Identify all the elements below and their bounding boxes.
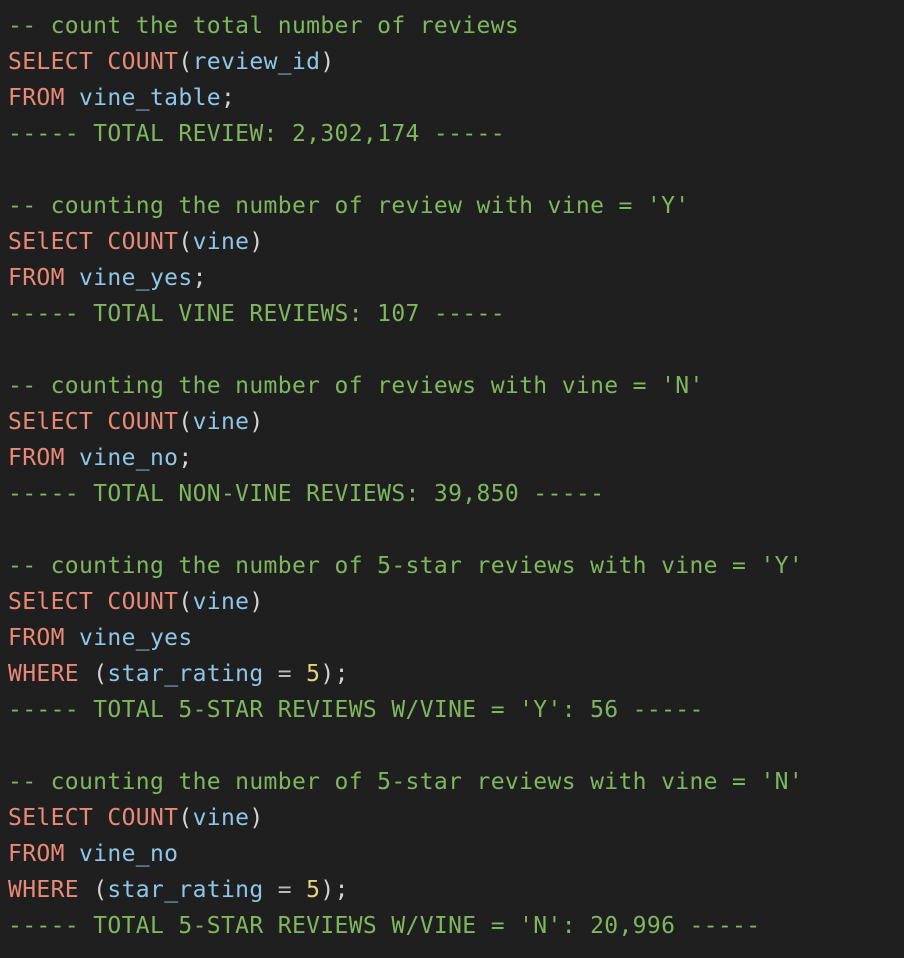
- token-punct: (: [178, 409, 193, 435]
- code-line[interactable]: ----- TOTAL 5-STAR REVIEWS W/VINE = 'Y':…: [8, 692, 898, 728]
- code-line[interactable]: FROM vine_yes;: [8, 260, 898, 296]
- code-line[interactable]: -- count the total number of reviews: [8, 8, 898, 44]
- blank-line[interactable]: ​: [8, 332, 898, 368]
- token-punct: (: [79, 877, 108, 903]
- code-line[interactable]: SElECT COUNT(vine): [8, 224, 898, 260]
- token-sep: ----- TOTAL 5-STAR REVIEWS W/VINE = 'Y':…: [8, 697, 704, 723]
- blank-line[interactable]: ​: [8, 512, 898, 548]
- code-line[interactable]: FROM vine_no;: [8, 440, 898, 476]
- code-line[interactable]: -- counting the number of review with vi…: [8, 188, 898, 224]
- code-line[interactable]: FROM vine_yes: [8, 620, 898, 656]
- token-ident: vine: [192, 805, 250, 831]
- code-line[interactable]: ----- TOTAL REVIEW: 2,302,174 -----: [8, 116, 898, 152]
- token-comment: -- count the total number of reviews: [8, 13, 520, 39]
- token-sep: ----- TOTAL 5-STAR REVIEWS W/VINE = 'N':…: [8, 913, 761, 939]
- token-op: =: [263, 877, 307, 903]
- token-func: COUNT: [107, 409, 179, 435]
- code-line[interactable]: SElECT COUNT(vine): [8, 404, 898, 440]
- token-func: COUNT: [107, 229, 179, 255]
- token-ident: vine_yes: [79, 265, 193, 291]
- token-ident: vine_no: [79, 841, 179, 867]
- token-punct: [93, 805, 107, 831]
- token-punct: [93, 229, 107, 255]
- token-comment: -- counting the number of reviews with v…: [8, 373, 704, 399]
- token-comment: -- counting the number of 5-star reviews…: [8, 769, 804, 795]
- token-punct: ): [249, 409, 264, 435]
- code-line[interactable]: FROM vine_no: [8, 836, 898, 872]
- code-line[interactable]: -- counting the number of reviews with v…: [8, 368, 898, 404]
- token-punct: ): [249, 589, 264, 615]
- token-punct: [65, 841, 79, 867]
- token-ident: star_rating: [107, 661, 264, 687]
- token-punct: [93, 589, 107, 615]
- token-ident: vine_table: [79, 85, 221, 111]
- code-line[interactable]: SElECT COUNT(vine): [8, 800, 898, 836]
- token-keyword: SElECT: [8, 409, 94, 435]
- token-keyword: SElECT: [8, 229, 94, 255]
- token-func: COUNT: [107, 805, 179, 831]
- token-keyword: FROM: [8, 85, 65, 111]
- code-editor[interactable]: -- count the total number of reviews SELE…: [8, 8, 898, 944]
- token-sep: ----- TOTAL NON-VINE REVIEWS: 39,850 ---…: [8, 481, 605, 507]
- token-punct: [65, 85, 79, 111]
- token-keyword: WHERE: [8, 661, 79, 687]
- code-line[interactable]: ----- TOTAL VINE REVIEWS: 107 -----: [8, 296, 898, 332]
- token-ident: vine: [192, 589, 250, 615]
- token-punct: [93, 49, 107, 75]
- code-line[interactable]: ----- TOTAL NON-VINE REVIEWS: 39,850 ---…: [8, 476, 898, 512]
- token-punct: (: [79, 661, 108, 687]
- code-line[interactable]: -- counting the number of 5-star reviews…: [8, 764, 898, 800]
- code-line[interactable]: SElECT COUNT(vine): [8, 584, 898, 620]
- token-func: COUNT: [107, 49, 179, 75]
- token-op: =: [263, 661, 307, 687]
- code-line[interactable]: ----- TOTAL 5-STAR REVIEWS W/VINE = 'N':…: [8, 908, 898, 944]
- token-punct: [65, 265, 79, 291]
- token-punct: );: [320, 877, 349, 903]
- token-sep: ----- TOTAL REVIEW: 2,302,174 -----: [8, 121, 505, 147]
- code-line[interactable]: WHERE (star_rating = 5);: [8, 656, 898, 692]
- token-keyword: FROM: [8, 445, 65, 471]
- token-keyword: WHERE: [8, 877, 79, 903]
- token-ident: vine_yes: [79, 625, 193, 651]
- blank-line[interactable]: ​: [8, 152, 898, 188]
- code-line[interactable]: -- counting the number of 5-star reviews…: [8, 548, 898, 584]
- token-keyword: SELECT: [8, 49, 94, 75]
- token-keyword: SElECT: [8, 589, 94, 615]
- code-line[interactable]: WHERE (star_rating = 5);: [8, 872, 898, 908]
- token-punct: ): [320, 49, 335, 75]
- token-punct: (: [178, 805, 193, 831]
- token-punct: [65, 445, 79, 471]
- token-keyword: FROM: [8, 265, 65, 291]
- token-sep: ----- TOTAL VINE REVIEWS: 107 -----: [8, 301, 505, 327]
- token-keyword: FROM: [8, 841, 65, 867]
- token-comment: -- counting the number of review with vi…: [8, 193, 690, 219]
- token-punct: (: [178, 49, 193, 75]
- code-line[interactable]: SELECT COUNT(review_id): [8, 44, 898, 80]
- token-punct: ;: [220, 85, 236, 111]
- token-ident: vine: [192, 229, 250, 255]
- token-ident: vine_no: [79, 445, 179, 471]
- token-ident: review_id: [192, 49, 321, 75]
- token-punct: ): [249, 229, 264, 255]
- token-ident: star_rating: [107, 877, 264, 903]
- token-punct: (: [178, 229, 193, 255]
- token-punct: ;: [192, 265, 207, 291]
- code-line[interactable]: FROM vine_table;: [8, 80, 898, 116]
- token-ident: vine: [192, 409, 250, 435]
- token-punct: ): [249, 805, 264, 831]
- token-func: COUNT: [107, 589, 179, 615]
- token-punct: [93, 409, 107, 435]
- token-punct: );: [320, 661, 349, 687]
- token-keyword: FROM: [8, 625, 65, 651]
- token-number: 5: [306, 661, 321, 687]
- token-number: 5: [306, 877, 321, 903]
- token-punct: (: [178, 589, 193, 615]
- token-comment: -- counting the number of 5-star reviews…: [8, 553, 804, 579]
- token-punct: [65, 625, 79, 651]
- blank-line[interactable]: ​: [8, 728, 898, 764]
- token-punct: ;: [178, 445, 193, 471]
- token-keyword: SElECT: [8, 805, 94, 831]
